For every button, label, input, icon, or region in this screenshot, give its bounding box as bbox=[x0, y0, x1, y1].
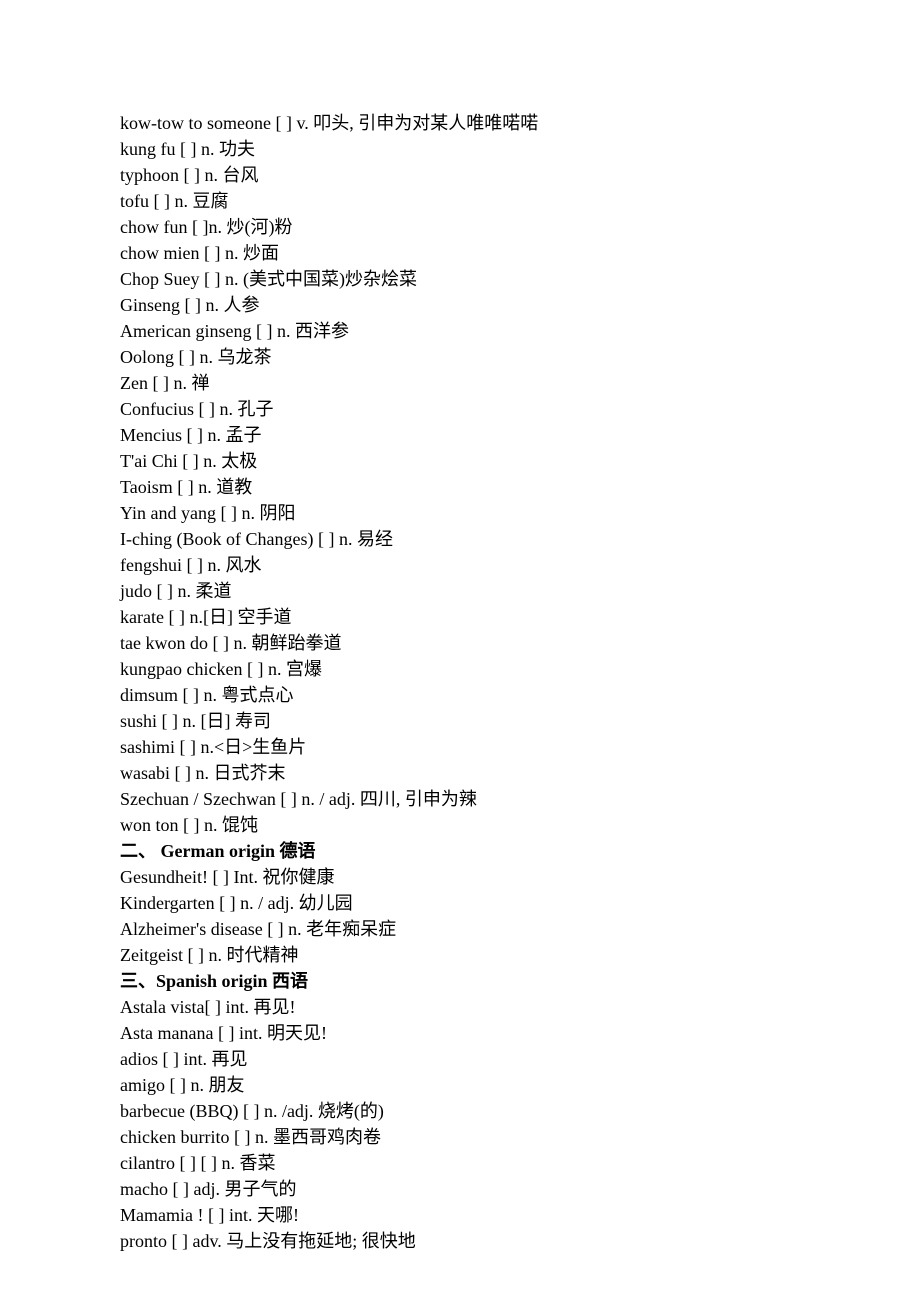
vocab-entry: barbecue (BBQ) [ ] n. /adj. 烧烤(的) bbox=[120, 1098, 800, 1124]
vocab-entry: fengshui [ ] n. 风水 bbox=[120, 552, 800, 578]
vocab-entry: chicken burrito [ ] n. 墨西哥鸡肉卷 bbox=[120, 1124, 800, 1150]
vocab-entry: pronto [ ] adv. 马上没有拖延地; 很快地 bbox=[120, 1228, 800, 1254]
vocab-entry: T'ai Chi [ ] n. 太极 bbox=[120, 448, 800, 474]
vocab-entry: I-ching (Book of Changes) [ ] n. 易经 bbox=[120, 526, 800, 552]
vocab-entry: Zen [ ] n. 禅 bbox=[120, 370, 800, 396]
vocab-entry: Gesundheit! [ ] Int. 祝你健康 bbox=[120, 864, 800, 890]
vocab-entry: kow-tow to someone [ ] v. 叩头, 引申为对某人唯唯喏喏 bbox=[120, 110, 800, 136]
vocab-entry: Zeitgeist [ ] n. 时代精神 bbox=[120, 942, 800, 968]
vocab-entry: sashimi [ ] n.<日>生鱼片 bbox=[120, 734, 800, 760]
vocab-entry: cilantro [ ] [ ] n. 香菜 bbox=[120, 1150, 800, 1176]
vocab-entry: kungpao chicken [ ] n. 宫爆 bbox=[120, 656, 800, 682]
vocab-entry: Mencius [ ] n. 孟子 bbox=[120, 422, 800, 448]
vocab-entry: Yin and yang [ ] n. 阴阳 bbox=[120, 500, 800, 526]
vocab-entry: chow fun [ ]n. 炒(河)粉 bbox=[120, 214, 800, 240]
vocab-entry: Astala vista[ ] int. 再见! bbox=[120, 994, 800, 1020]
vocab-entry: Kindergarten [ ] n. / adj. 幼儿园 bbox=[120, 890, 800, 916]
vocab-entry: tofu [ ] n. 豆腐 bbox=[120, 188, 800, 214]
vocab-entry: karate [ ] n.[日] 空手道 bbox=[120, 604, 800, 630]
vocab-entry: adios [ ] int. 再见 bbox=[120, 1046, 800, 1072]
vocab-entry: Oolong [ ] n. 乌龙茶 bbox=[120, 344, 800, 370]
vocab-entry: Asta manana [ ] int. 明天见! bbox=[120, 1020, 800, 1046]
vocab-entry: Taoism [ ] n. 道教 bbox=[120, 474, 800, 500]
vocab-entry: sushi [ ] n. [日] 寿司 bbox=[120, 708, 800, 734]
vocab-entry: wasabi [ ] n. 日式芥末 bbox=[120, 760, 800, 786]
section-heading: 三、Spanish origin 西语 bbox=[120, 968, 800, 994]
vocab-entry: judo [ ] n. 柔道 bbox=[120, 578, 800, 604]
document-page: kow-tow to someone [ ] v. 叩头, 引申为对某人唯唯喏喏… bbox=[0, 0, 920, 1314]
vocab-entry: Szechuan / Szechwan [ ] n. / adj. 四川, 引申… bbox=[120, 786, 800, 812]
vocab-entry: tae kwon do [ ] n. 朝鲜跆拳道 bbox=[120, 630, 800, 656]
vocab-entry: Confucius [ ] n. 孔子 bbox=[120, 396, 800, 422]
vocab-entry: Mamamia ! [ ] int. 天哪! bbox=[120, 1202, 800, 1228]
vocab-entry: Chop Suey [ ] n. (美式中国菜)炒杂烩菜 bbox=[120, 266, 800, 292]
vocab-entry: chow mien [ ] n. 炒面 bbox=[120, 240, 800, 266]
vocab-entry: won ton [ ] n. 馄饨 bbox=[120, 812, 800, 838]
vocab-entry: American ginseng [ ] n. 西洋参 bbox=[120, 318, 800, 344]
vocab-entry: amigo [ ] n. 朋友 bbox=[120, 1072, 800, 1098]
vocab-entry: Alzheimer's disease [ ] n. 老年痴呆症 bbox=[120, 916, 800, 942]
vocab-entry: macho [ ] adj. 男子气的 bbox=[120, 1176, 800, 1202]
section-heading: 二、 German origin 德语 bbox=[120, 838, 800, 864]
vocab-entry: Ginseng [ ] n. 人参 bbox=[120, 292, 800, 318]
vocab-entry: typhoon [ ] n. 台风 bbox=[120, 162, 800, 188]
vocab-entry: kung fu [ ] n. 功夫 bbox=[120, 136, 800, 162]
vocab-entry: dimsum [ ] n. 粤式点心 bbox=[120, 682, 800, 708]
